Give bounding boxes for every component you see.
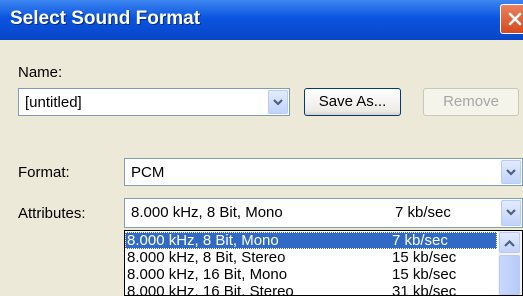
option-rate: 15 kb/sec [392, 266, 457, 283]
save-as-button[interactable]: Save As... [304, 88, 401, 116]
chevron-down-icon [506, 169, 516, 176]
option-name: 8.000 kHz, 8 Bit, Stereo [127, 249, 286, 266]
chevron-up-icon [504, 240, 515, 247]
title-bar: Select Sound Format [0, 0, 523, 40]
vertical-scrollbar[interactable] [498, 231, 522, 295]
option-name: 8.000 kHz, 16 Bit, Mono [127, 266, 288, 283]
format-value: PCM [131, 164, 165, 181]
list-item[interactable]: 8.000 kHz, 8 Bit, Mono 7 kb/sec [125, 232, 497, 249]
list-item[interactable]: 8.000 kHz, 16 Bit, Mono 15 kb/sec [125, 266, 497, 283]
option-rate: 7 kb/sec [392, 232, 448, 249]
option-rate: 15 kb/sec [392, 249, 457, 266]
name-label: Name: [18, 64, 63, 81]
chevron-down-icon [506, 209, 516, 216]
window-title: Select Sound Format [10, 8, 201, 29]
list-item[interactable]: 8.000 kHz, 8 Bit, Stereo 15 kb/sec [125, 249, 497, 266]
remove-button[interactable]: Remove [423, 88, 519, 116]
attributes-dropdown-list: 8.000 kHz, 8 Bit, Mono 7 kb/sec 8.000 kH… [124, 230, 523, 296]
close-button[interactable] [500, 4, 523, 34]
chevron-down-icon [273, 99, 283, 106]
attributes-label: Attributes: [18, 205, 86, 222]
name-value: [untitled] [25, 94, 82, 111]
format-dropdown-button[interactable] [501, 160, 521, 184]
attributes-selected-rate: 7 kb/sec [395, 204, 451, 221]
scroll-up-button[interactable] [499, 232, 520, 253]
scroll-thumb[interactable] [499, 255, 520, 295]
option-name: 8.000 kHz, 8 Bit, Mono [127, 232, 279, 249]
format-label: Format: [18, 164, 70, 181]
attributes-select[interactable]: 8.000 kHz, 8 Bit, Mono 7 kb/sec [124, 198, 523, 228]
attributes-selected-name: 8.000 kHz, 8 Bit, Mono [131, 204, 283, 221]
option-name: 8.000 kHz, 16 Bit, Stereo [127, 283, 294, 296]
attributes-dropdown-button[interactable] [501, 200, 521, 226]
name-dropdown-button[interactable] [268, 90, 288, 114]
close-icon [508, 12, 522, 26]
name-combobox[interactable]: [untitled] [18, 88, 290, 116]
list-item[interactable]: 8.000 kHz, 16 Bit, Stereo 31 kb/sec [125, 283, 497, 296]
format-select[interactable]: PCM [124, 158, 523, 186]
option-rate: 31 kb/sec [392, 283, 457, 296]
